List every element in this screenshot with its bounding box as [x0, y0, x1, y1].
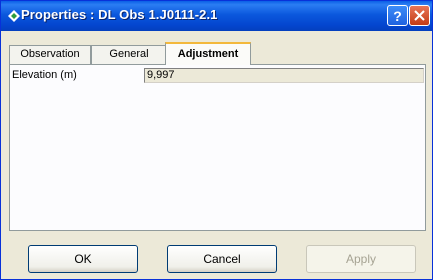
title-bar[interactable]: Properties : DL Obs 1.J0111-2.1 ? [1, 1, 432, 31]
elevation-field[interactable]: 9,997 [144, 68, 424, 83]
adjustment-panel: Elevation (m) 9,997 [9, 64, 426, 231]
ok-button[interactable]: OK [28, 245, 138, 273]
tab-observation[interactable]: Observation [9, 45, 91, 64]
tab-adjustment[interactable]: Adjustment [165, 42, 251, 65]
property-row-elevation: Elevation (m) 9,997 [12, 68, 424, 83]
tab-general[interactable]: General [91, 45, 167, 64]
properties-dialog: Properties : DL Obs 1.J0111-2.1 ? Observ… [0, 0, 433, 280]
apply-button[interactable]: Apply [306, 245, 416, 273]
window-title: Properties : DL Obs 1.J0111-2.1 [21, 7, 218, 22]
help-button[interactable]: ? [387, 5, 408, 26]
diamond-icon [8, 10, 20, 22]
help-icon: ? [393, 8, 402, 24]
close-button[interactable] [409, 5, 430, 26]
cancel-button[interactable]: Cancel [167, 245, 277, 273]
close-icon [414, 10, 425, 21]
svg-text:?: ? [393, 8, 402, 24]
property-label: Elevation (m) [12, 69, 77, 81]
